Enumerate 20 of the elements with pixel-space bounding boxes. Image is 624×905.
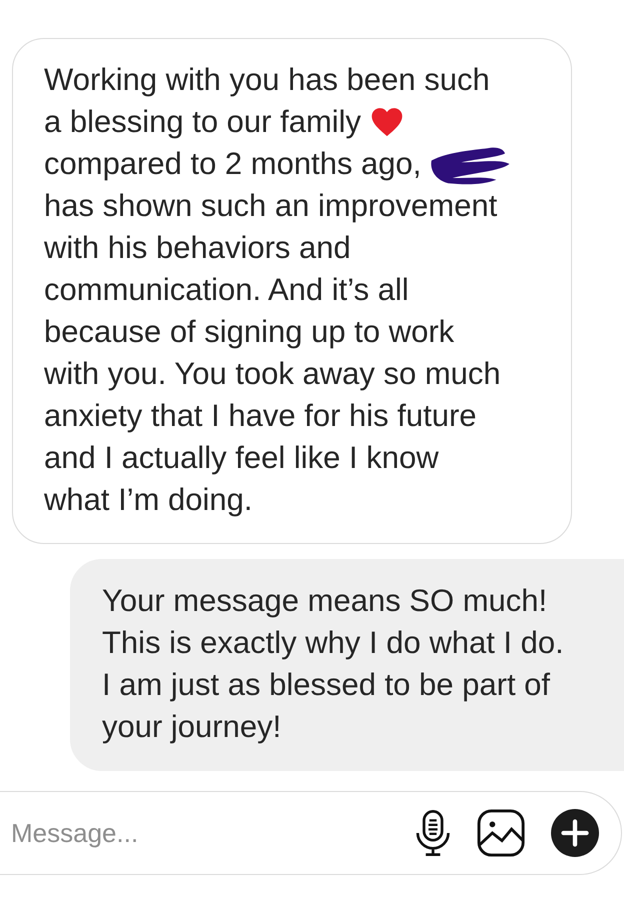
message-text: and I actually feel like I know: [44, 439, 439, 477]
message-text: your journey!: [102, 708, 282, 746]
message-text: a blessing to our family: [44, 103, 362, 141]
message-text: Working with you has been such: [44, 61, 490, 99]
image-icon[interactable]: [477, 809, 525, 857]
message-text: has shown such an improvement: [44, 187, 498, 225]
message-text: communication. And it’s all: [44, 271, 409, 309]
message-text: I am just as blessed to be part of: [102, 666, 550, 704]
message-text: because of signing up to work: [44, 313, 454, 351]
message-text: with his behaviors and: [44, 229, 351, 267]
heart-icon: [371, 108, 404, 136]
message-text: Your message means SO much!: [102, 582, 548, 620]
add-icon[interactable]: [551, 809, 599, 857]
message-text: what I’m doing.: [44, 481, 252, 519]
message-text: compared to 2 months ago,: [44, 145, 422, 183]
message-text: This is exactly why I do what I do.: [102, 624, 564, 662]
microphone-icon[interactable]: [415, 809, 451, 857]
message-input[interactable]: Message...: [11, 818, 389, 848]
message-text: with you. You took away so much: [44, 355, 501, 393]
message-text: anxiety that I have for his future: [44, 397, 477, 435]
